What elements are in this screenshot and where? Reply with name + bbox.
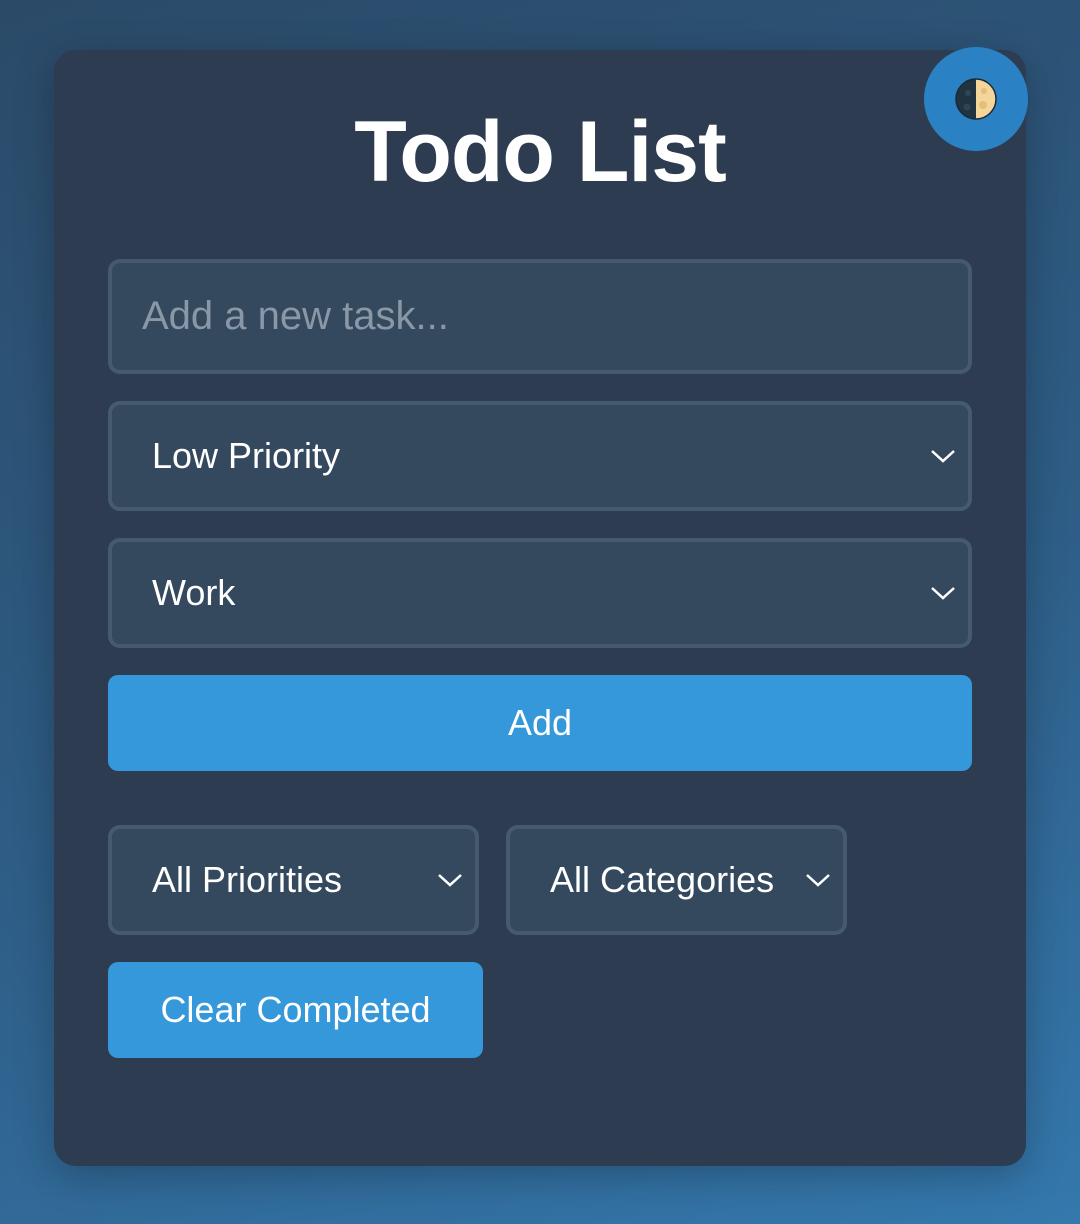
category-select[interactable]: Work xyxy=(108,538,972,648)
add-task-button[interactable]: Add xyxy=(108,675,972,771)
priority-select-value: Low Priority xyxy=(152,435,341,476)
chevron-down-icon xyxy=(931,587,955,600)
category-filter-select[interactable]: All Categories xyxy=(506,825,847,935)
priority-select[interactable]: Low Priority xyxy=(108,401,972,511)
new-task-input[interactable] xyxy=(108,259,972,374)
category-filter-value: All Categories xyxy=(550,859,775,900)
clear-completed-button[interactable]: Clear Completed xyxy=(108,962,483,1058)
priority-filter-select[interactable]: All Priorities xyxy=(108,825,479,935)
chevron-down-icon xyxy=(806,874,830,887)
page-title: Todo List xyxy=(354,104,727,200)
priority-filter-value: All Priorities xyxy=(152,859,343,900)
theme-toggle-button[interactable] xyxy=(924,47,1028,151)
chevron-down-icon xyxy=(438,874,462,887)
half-moon-icon xyxy=(955,78,997,120)
category-select-value: Work xyxy=(152,572,236,613)
chevron-down-icon xyxy=(931,450,955,463)
